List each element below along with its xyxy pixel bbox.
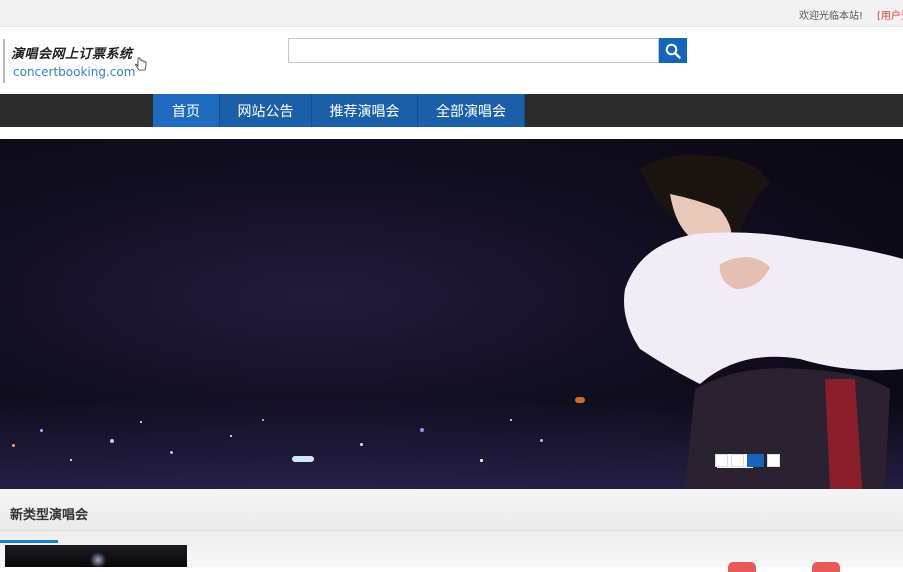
main-nav: 首页 网站公告 推荐演唱会 全部演唱会	[0, 94, 903, 127]
light-speck	[292, 456, 314, 462]
search-input[interactable]	[288, 38, 659, 63]
carousel-dot[interactable]	[731, 454, 744, 467]
light-speck	[170, 451, 173, 454]
logo-title: 演唱会网上订票系统	[11, 47, 133, 62]
concert-tag[interactable]	[728, 562, 756, 572]
light-speck	[12, 444, 15, 447]
site-logo[interactable]: 演唱会网上订票系统 concertbooking.com	[3, 39, 153, 83]
hero-banner[interactable]	[0, 139, 903, 489]
light-speck	[360, 443, 363, 446]
light-speck	[140, 421, 142, 423]
light-speck	[230, 435, 232, 437]
nav-item-home[interactable]: 首页	[153, 94, 220, 127]
nav-item-announcements[interactable]: 网站公告	[220, 94, 312, 127]
performer-image	[624, 154, 903, 489]
cursor-icon	[135, 57, 147, 71]
carousel-dot[interactable]	[767, 454, 780, 467]
light-speck	[70, 459, 72, 461]
search-icon	[665, 43, 681, 59]
light-speck	[480, 459, 483, 462]
section-tab-indicator	[0, 540, 58, 543]
carousel-dot-active[interactable]	[747, 454, 764, 467]
site-header: 演唱会网上订票系统 concertbooking.com	[0, 27, 903, 94]
logo-domain: concertbooking.com	[13, 65, 136, 79]
user-login-link[interactable]: [用户登	[877, 7, 903, 22]
light-speck	[540, 439, 543, 442]
light-speck	[262, 419, 264, 421]
light-speck	[575, 397, 585, 403]
top-bar: 欢迎光临本站! [用户登	[0, 0, 903, 27]
carousel-indicators	[715, 454, 780, 469]
search-button[interactable]	[659, 38, 687, 63]
light-speck	[420, 428, 424, 432]
nav-item-all-concerts[interactable]: 全部演唱会	[418, 94, 525, 127]
concert-thumbnail[interactable]	[5, 545, 187, 567]
section-title: 新类型演唱会	[10, 508, 89, 523]
light-speck	[510, 419, 512, 421]
nav-spacer	[0, 127, 903, 139]
thumbnail-highlight	[89, 553, 107, 567]
carousel-dot[interactable]	[715, 454, 728, 467]
nav-item-recommended[interactable]: 推荐演唱会	[312, 94, 418, 127]
light-speck	[110, 439, 114, 443]
welcome-text: 欢迎光临本站!	[799, 11, 864, 22]
section-header: 新类型演唱会	[0, 489, 903, 531]
concert-tag[interactable]	[812, 562, 840, 572]
light-speck	[40, 429, 43, 432]
